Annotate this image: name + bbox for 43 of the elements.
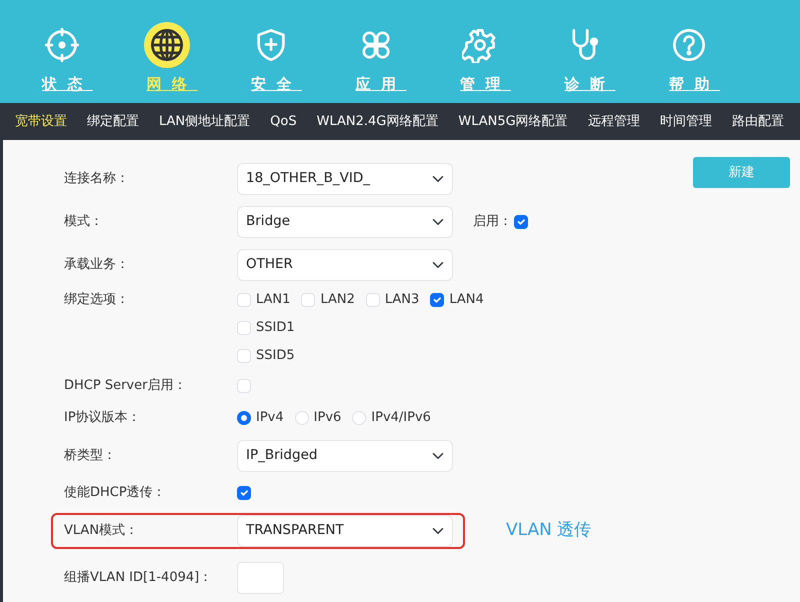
dropdown[interactable]: OTHER — [237, 248, 453, 280]
checkbox-label: LAN1 — [256, 291, 290, 310]
checkbox[interactable] — [237, 486, 251, 500]
text-field[interactable] — [237, 562, 284, 594]
enable-label: 启用： — [473, 212, 512, 231]
help-icon[interactable] — [671, 27, 708, 63]
checkbox-label: LAN4 — [449, 291, 484, 310]
annotation-note: VLAN 透传 — [506, 518, 592, 542]
field-label: VLAN模式： — [64, 522, 140, 540]
sub-nav-tab[interactable]: LAN侧地址配置 — [159, 112, 250, 132]
sub-nav-tab[interactable]: WLAN5G网络配置 — [458, 112, 568, 132]
target-icon[interactable] — [44, 27, 80, 63]
field-label: 连接名称： — [64, 170, 130, 188]
field-label: 使能DHCP透传： — [64, 484, 167, 502]
checkbox[interactable] — [430, 293, 444, 307]
radio-label: IPv6 — [314, 409, 342, 428]
sub-nav-tab[interactable]: 路由配置 — [732, 112, 784, 132]
radio-label: IPv4 — [256, 409, 284, 428]
field-label: 组播VLAN ID[1-4094]： — [64, 569, 214, 588]
sub-nav-tab[interactable]: 远程管理 — [588, 112, 640, 132]
sub-nav-tab[interactable]: QoS — [270, 112, 297, 132]
field-label: 绑定选项： — [64, 291, 130, 310]
dropdown[interactable]: TRANSPARENT — [237, 514, 453, 546]
field-label: DHCP Server启用： — [64, 377, 188, 396]
checkbox-label: SSID5 — [256, 347, 295, 366]
gear-icon[interactable] — [462, 27, 498, 63]
field-label: 模式： — [64, 212, 104, 231]
sub-nav-tab[interactable]: 时间管理 — [660, 112, 712, 132]
field-label: IP协议版本： — [64, 409, 142, 428]
sub-nav-tab[interactable]: WLAN2.4G网络配置 — [316, 112, 438, 132]
checkbox-label: LAN3 — [384, 291, 420, 310]
dropdown[interactable]: IP_Bridged — [237, 440, 453, 472]
checkbox-label: SSID1 — [256, 319, 295, 338]
dropdown[interactable]: 18_OTHER_B_VID_ — [237, 162, 453, 194]
radio-button[interactable] — [237, 411, 251, 425]
field-label: 承载业务： — [64, 256, 130, 274]
field-label: 桥类型： — [64, 446, 117, 465]
sub-nav-tab[interactable]: 宽带设置 — [15, 112, 67, 132]
checkbox[interactable] — [514, 214, 528, 228]
sub-nav-tab[interactable]: 绑定配置 — [87, 112, 139, 132]
checkbox-label: LAN2 — [320, 291, 355, 310]
dropdown[interactable]: Bridge — [237, 206, 453, 238]
radio-label: IPv4/IPv6 — [371, 409, 431, 428]
